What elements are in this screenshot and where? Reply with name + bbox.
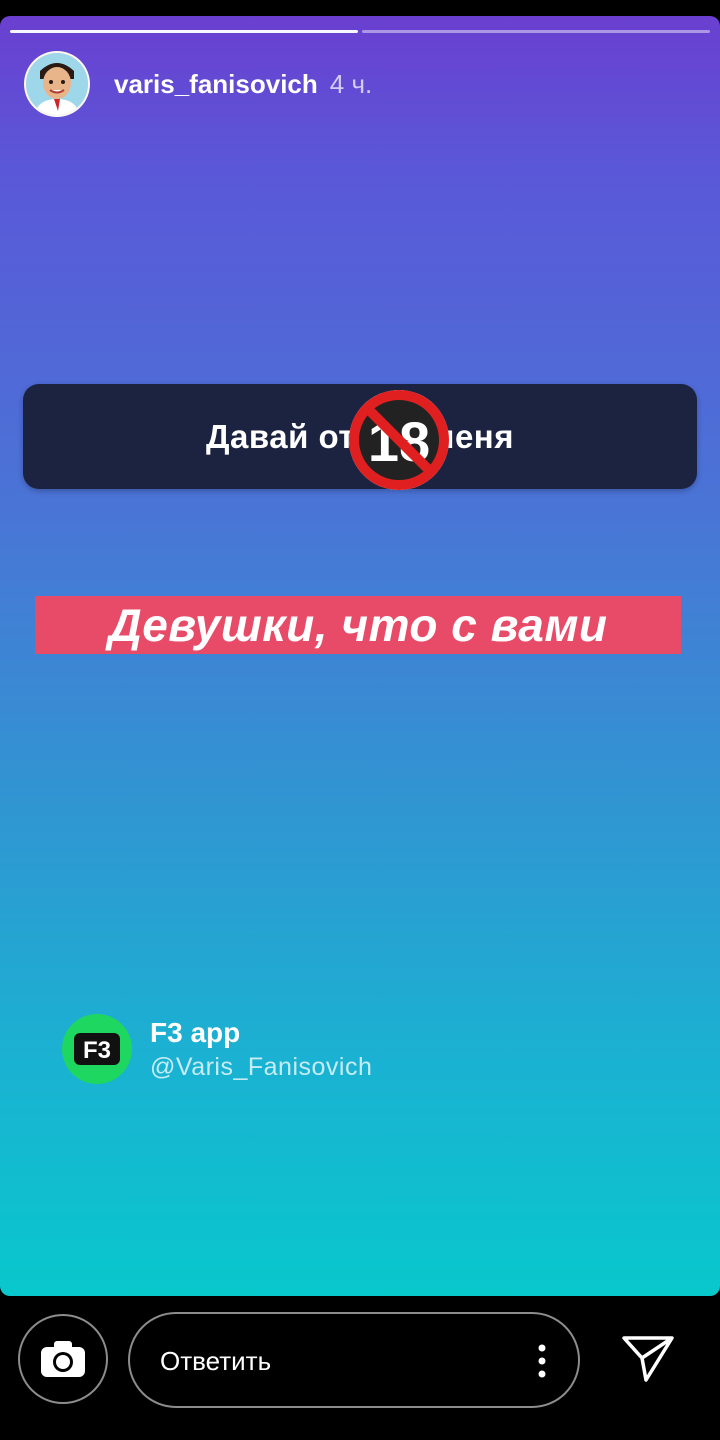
camera-button[interactable] xyxy=(18,1314,108,1404)
app-name: F3 app xyxy=(150,1016,241,1048)
app-handle: @Varis_Fanisovich xyxy=(150,1052,373,1081)
reply-bar: Ответить xyxy=(0,1296,720,1440)
progress-segment-2 xyxy=(362,30,710,33)
story-view[interactable]: varis_fanisovich 4 ч. xyxy=(0,16,720,1296)
avatar[interactable] xyxy=(24,51,90,117)
no-under-18-icon: 18 xyxy=(349,390,449,490)
send-icon[interactable] xyxy=(620,1332,676,1384)
progress-segment-1 xyxy=(10,30,358,33)
f3-app-logo: F3 xyxy=(62,1014,132,1084)
post-time: 4 ч. xyxy=(329,68,373,99)
caption-text: Девушки, что с вами xyxy=(108,599,608,651)
camera-icon xyxy=(41,1341,85,1377)
app-attribution[interactable]: F3 F3 app @Varis_Fanisovich xyxy=(62,1014,372,1084)
more-vertical-icon[interactable] xyxy=(538,1344,546,1378)
username[interactable]: varis_fanisovich xyxy=(114,69,318,100)
reply-input[interactable]: Ответить xyxy=(128,1312,580,1408)
story-progress-bar xyxy=(10,30,710,34)
reply-placeholder: Ответить xyxy=(160,1346,272,1376)
story-header[interactable]: varis_fanisovich 4 ч. xyxy=(24,51,373,117)
f3-logo-text: F3 xyxy=(83,1037,111,1064)
caption-banner: Девушки, что с вами xyxy=(35,596,681,654)
